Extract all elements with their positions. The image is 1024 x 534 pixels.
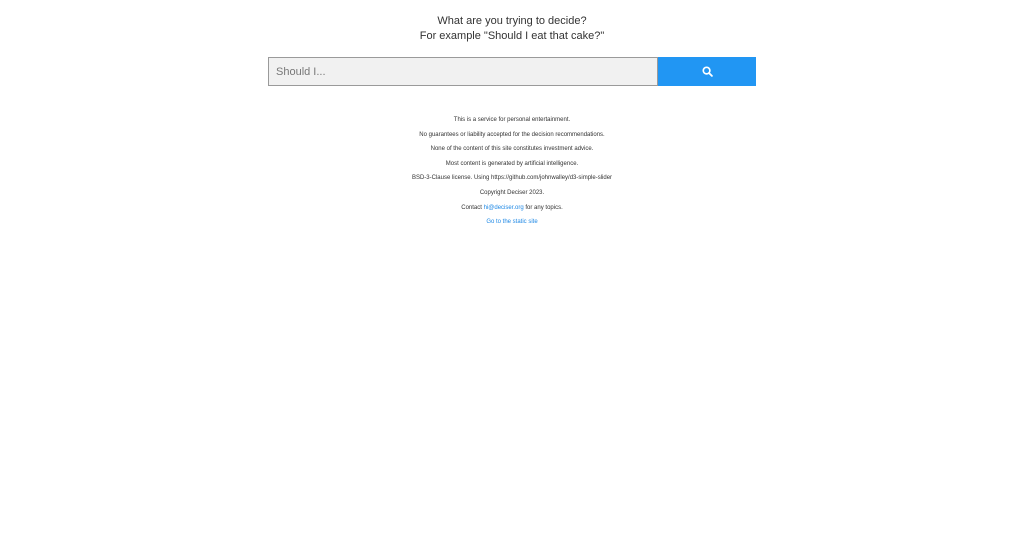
search-bar	[268, 57, 756, 86]
search-icon	[701, 66, 713, 77]
prompt-heading: What are you trying to decide? For examp…	[0, 0, 1024, 44]
footer-static-site: Go to the static site	[0, 219, 1024, 225]
footer-investment: None of the content of this site constit…	[430, 146, 594, 153]
static-site-link[interactable]: Go to the static site	[486, 219, 537, 225]
footer-entertainment: This is a service for personal entertain…	[453, 117, 571, 123]
page: What are you trying to decide? For examp…	[0, 0, 1024, 534]
footer-license: BSD-3-Clause license. Using https://gith…	[411, 175, 613, 182]
footer: This is a service for personal entertain…	[0, 117, 1024, 225]
contact-suffix: for any topics.	[523, 204, 563, 211]
contact-prefix: Contact	[461, 204, 484, 211]
footer-liability: No guarantees or liability accepted for …	[419, 131, 605, 138]
footer-contact: Contact hi@deciser.org for any topics.	[0, 205, 1024, 211]
search-button[interactable]	[658, 57, 756, 86]
prompt-line-2: For example "Should I eat that cake?"	[419, 30, 605, 42]
search-input[interactable]	[268, 57, 658, 86]
contact-email-link[interactable]: hi@deciser.org	[484, 205, 524, 211]
footer-copyright: Copyright Deciser 2023.	[479, 189, 545, 196]
footer-ai-content: Most content is generated by artificial …	[445, 160, 579, 167]
prompt-line-1: What are you trying to decide?	[437, 15, 587, 27]
